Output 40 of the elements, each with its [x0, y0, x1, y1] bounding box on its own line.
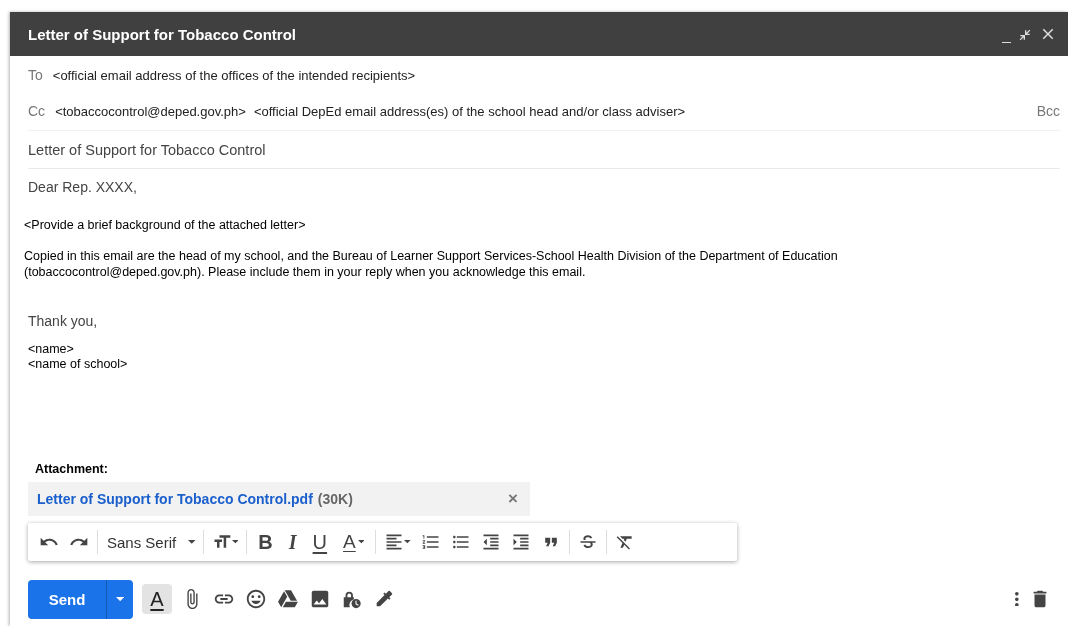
emoji-icon — [245, 588, 267, 610]
greeting-text: Dear Rep. XXXX, — [28, 179, 138, 195]
caret-icon — [357, 540, 365, 544]
image-icon — [309, 588, 331, 610]
attachment-label: Attachment: — [35, 462, 109, 476]
minimize-icon — [1002, 41, 1011, 43]
indent-more-icon — [511, 532, 532, 552]
caret-icon — [404, 540, 412, 544]
more-options-icon — [1015, 591, 1019, 607]
italic-button[interactable]: I — [280, 527, 305, 557]
align-icon — [384, 532, 405, 552]
caret-icon — [188, 540, 196, 544]
signature-text: <name> <name of school> — [28, 342, 129, 372]
indent-less-icon — [481, 532, 502, 552]
recipient-text: <tobaccocontrol@deped.gov.ph> — [55, 103, 246, 119]
font-dropdown[interactable]: Sans Serif — [101, 527, 200, 557]
cc-label: Cc — [28, 103, 46, 119]
shrink-icon — [1017, 27, 1033, 43]
caret-icon — [231, 540, 239, 544]
to-label: To — [28, 67, 43, 83]
body-paragraph: <Provide a brief background of the attached letter> — [24, 217, 307, 233]
triangle-icon — [277, 588, 299, 610]
closing-text: Thank you, — [28, 313, 99, 329]
bcc-link[interactable]: Bcc — [1036, 103, 1060, 119]
caret-icon — [115, 596, 125, 602]
remove-attachment-button[interactable]: × — [504, 489, 522, 509]
numbered-list-icon — [421, 532, 442, 552]
recipient-text: <official DepEd email address(es) of the school head and/or class adviser> — [253, 103, 686, 119]
formatting-options-button[interactable]: A — [142, 584, 172, 614]
file-size: (30K) — [317, 491, 353, 507]
attachment-link[interactable]: Letter of Support for Tobacco Control.pdf — [37, 491, 313, 507]
subject-field[interactable]: Letter of Support for Tobacco Control — [28, 130, 1060, 169]
text-color-button[interactable]: A — [335, 527, 373, 557]
body-paragraph: Copied in this email are the head of my school, and the Bureau of Learner Support Services-School Health Division of the Department of Education (tobaccocontrol@deped.gov.ph). Please include them in your reply when you acknowledge this email. — [24, 248, 839, 280]
window-title: Letter of Support for Tobacco Control — [28, 25, 298, 43]
send-button[interactable]: Send — [28, 579, 106, 619]
send-options-button[interactable] — [106, 579, 133, 619]
underline-button[interactable]: U — [304, 527, 336, 557]
bold-button[interactable]: B — [250, 527, 281, 557]
recipient-text: <official email address of the offices of the intended recipients> — [52, 67, 416, 83]
